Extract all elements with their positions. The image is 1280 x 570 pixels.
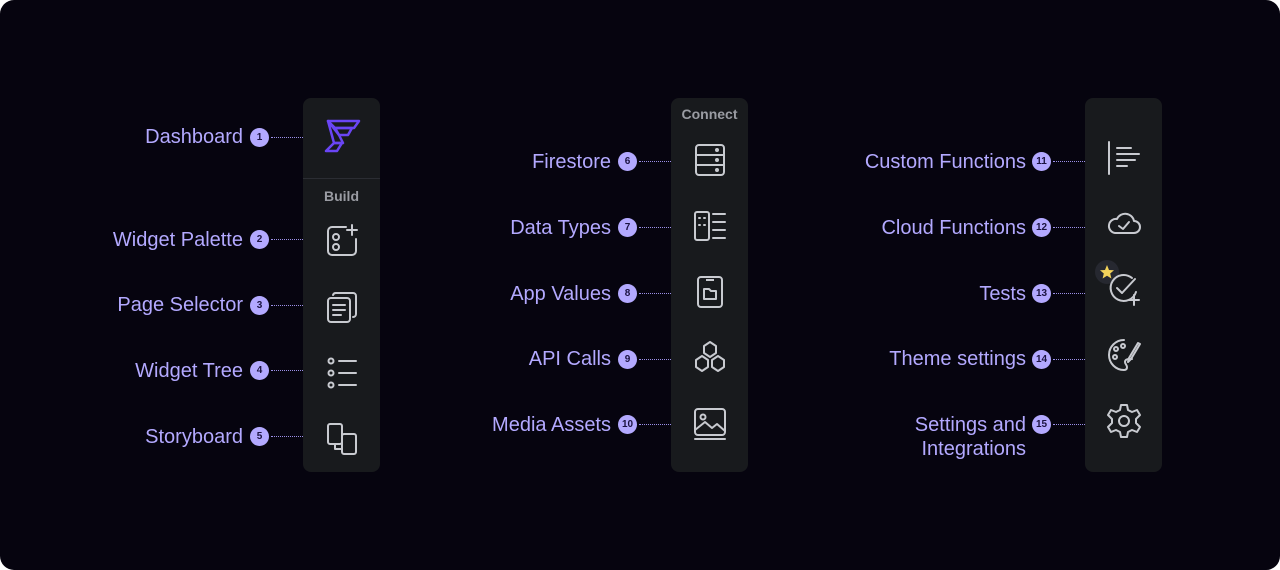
build-section-title: Build [324,188,359,204]
storyboard-icon[interactable] [322,419,362,459]
connector-line [1053,359,1085,360]
item-label-settings-and-integrations: Settings and Integrations [914,414,1026,460]
item-number-badge: 6 [618,152,637,171]
page-selector-icon[interactable] [322,287,362,327]
connector-line [271,305,303,306]
connect-section-title: Connect [681,106,738,122]
item-number-badge: 2 [250,230,269,249]
flutterflow-logo-icon[interactable] [322,116,362,156]
media-assets-icon[interactable] [690,404,730,444]
item-label-tests: Tests [979,283,1026,305]
connector-line [639,161,671,162]
item-number-badge: 12 [1032,218,1051,237]
connector-line [271,137,303,138]
connector-line [1053,424,1085,425]
item-label-widget-tree: Widget Tree [135,360,243,382]
connect-rail: Connect [671,98,748,472]
item-number-badge: 9 [618,350,637,369]
item-number-badge: 13 [1032,284,1051,303]
item-number-badge: 4 [250,361,269,380]
data-types-icon[interactable] [690,206,730,246]
item-label-widget-palette: Widget Palette [112,229,243,251]
app-values-icon[interactable] [690,272,730,312]
item-number-badge: 7 [618,218,637,237]
connector-line [1053,161,1085,162]
connector-line [271,436,303,437]
connector-line [639,359,671,360]
tools-rail [1085,98,1162,472]
connector-line [639,227,671,228]
tests-icon[interactable] [1104,269,1144,309]
connector-line [639,293,671,294]
item-label-firestore: Firestore [532,151,611,173]
item-label-media-assets: Media Assets [492,414,611,436]
item-number-badge: 1 [250,128,269,147]
widget-tree-icon[interactable] [322,353,362,393]
item-label-storyboard: Storyboard [145,426,243,448]
connector-line [1053,227,1085,228]
item-label-theme-settings: Theme settings [889,348,1026,370]
settings-gear-icon[interactable] [1104,401,1144,441]
item-number-badge: 15 [1032,415,1051,434]
item-label-data-types: Data Types [510,217,611,239]
item-label-custom-functions: Custom Functions [864,151,1026,173]
cloud-functions-icon[interactable] [1104,204,1144,244]
item-number-badge: 14 [1032,350,1051,369]
theme-settings-icon[interactable] [1104,335,1144,375]
item-number-badge: 10 [618,415,637,434]
custom-functions-icon[interactable] [1104,138,1144,178]
api-calls-icon[interactable] [690,338,730,378]
item-number-badge: 8 [618,284,637,303]
connector-line [1053,293,1085,294]
connector-line [639,424,671,425]
item-number-badge: 5 [250,427,269,446]
rail-divider [303,178,380,179]
item-label-cloud-functions: Cloud Functions [881,217,1026,239]
build-rail: Build [303,98,380,472]
item-number-badge: 3 [250,296,269,315]
widget-palette-icon[interactable] [322,221,362,261]
item-label-app-values: App Values [510,283,611,305]
firestore-icon[interactable] [690,140,730,180]
item-label-dashboard: Dashboard [145,126,243,148]
item-label-api-calls: API Calls [528,348,611,370]
connector-line [271,239,303,240]
connector-line [271,370,303,371]
item-label-page-selector: Page Selector [117,294,243,316]
navigation-legend-canvas: Build Dashboard 1 Widget Palette 2 Page … [0,0,1280,570]
item-number-badge: 11 [1032,152,1051,171]
